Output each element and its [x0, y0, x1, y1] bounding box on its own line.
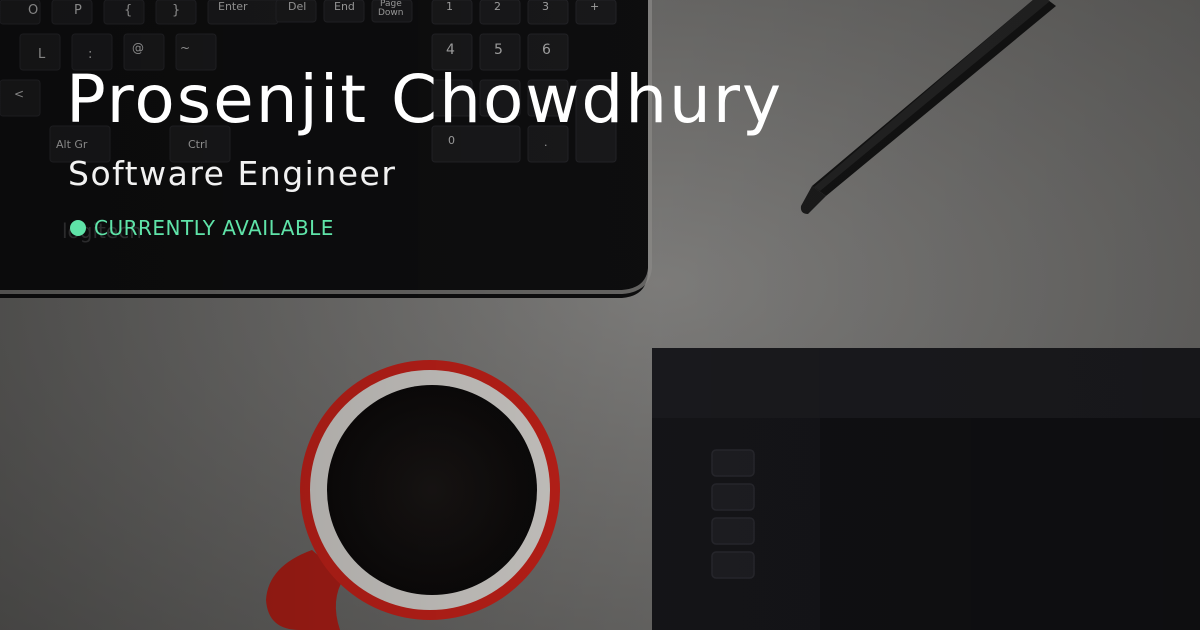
svg-text::: : — [88, 47, 92, 62]
svg-text:Enter: Enter — [218, 0, 248, 13]
svg-text:End: End — [334, 0, 355, 13]
svg-text:Alt Gr: Alt Gr — [56, 138, 88, 151]
svg-text:Ctrl: Ctrl — [188, 138, 208, 151]
svg-text:~: ~ — [180, 41, 190, 55]
availability-status: CURRENTLY AVAILABLE — [70, 216, 334, 240]
profile-role: Software Engineer — [68, 154, 397, 193]
drawing-tablet — [652, 348, 1200, 630]
svg-text:Down: Down — [378, 8, 404, 18]
svg-text:{: { — [124, 3, 132, 18]
svg-text:5: 5 — [494, 42, 503, 58]
profile-name: Prosenjit Chowdhury — [66, 61, 784, 138]
svg-text:+: + — [590, 0, 599, 13]
svg-text:2: 2 — [494, 0, 501, 13]
svg-text:<: < — [14, 87, 24, 101]
status-dot-icon — [70, 220, 86, 236]
status-label: CURRENTLY AVAILABLE — [94, 216, 334, 240]
svg-text:O: O — [28, 3, 38, 18]
svg-text:6: 6 — [542, 42, 551, 58]
keyboard: O P { } Enter Del End Page Down 1 2 3 + … — [0, 0, 652, 298]
svg-text:}: } — [172, 3, 180, 18]
svg-text:P: P — [74, 3, 82, 18]
svg-text:1: 1 — [446, 0, 453, 13]
svg-text:@: @ — [132, 41, 144, 55]
svg-text:Del: Del — [288, 0, 306, 13]
svg-text:4: 4 — [446, 42, 455, 58]
svg-text:3: 3 — [542, 0, 549, 13]
svg-text:L: L — [38, 47, 46, 62]
